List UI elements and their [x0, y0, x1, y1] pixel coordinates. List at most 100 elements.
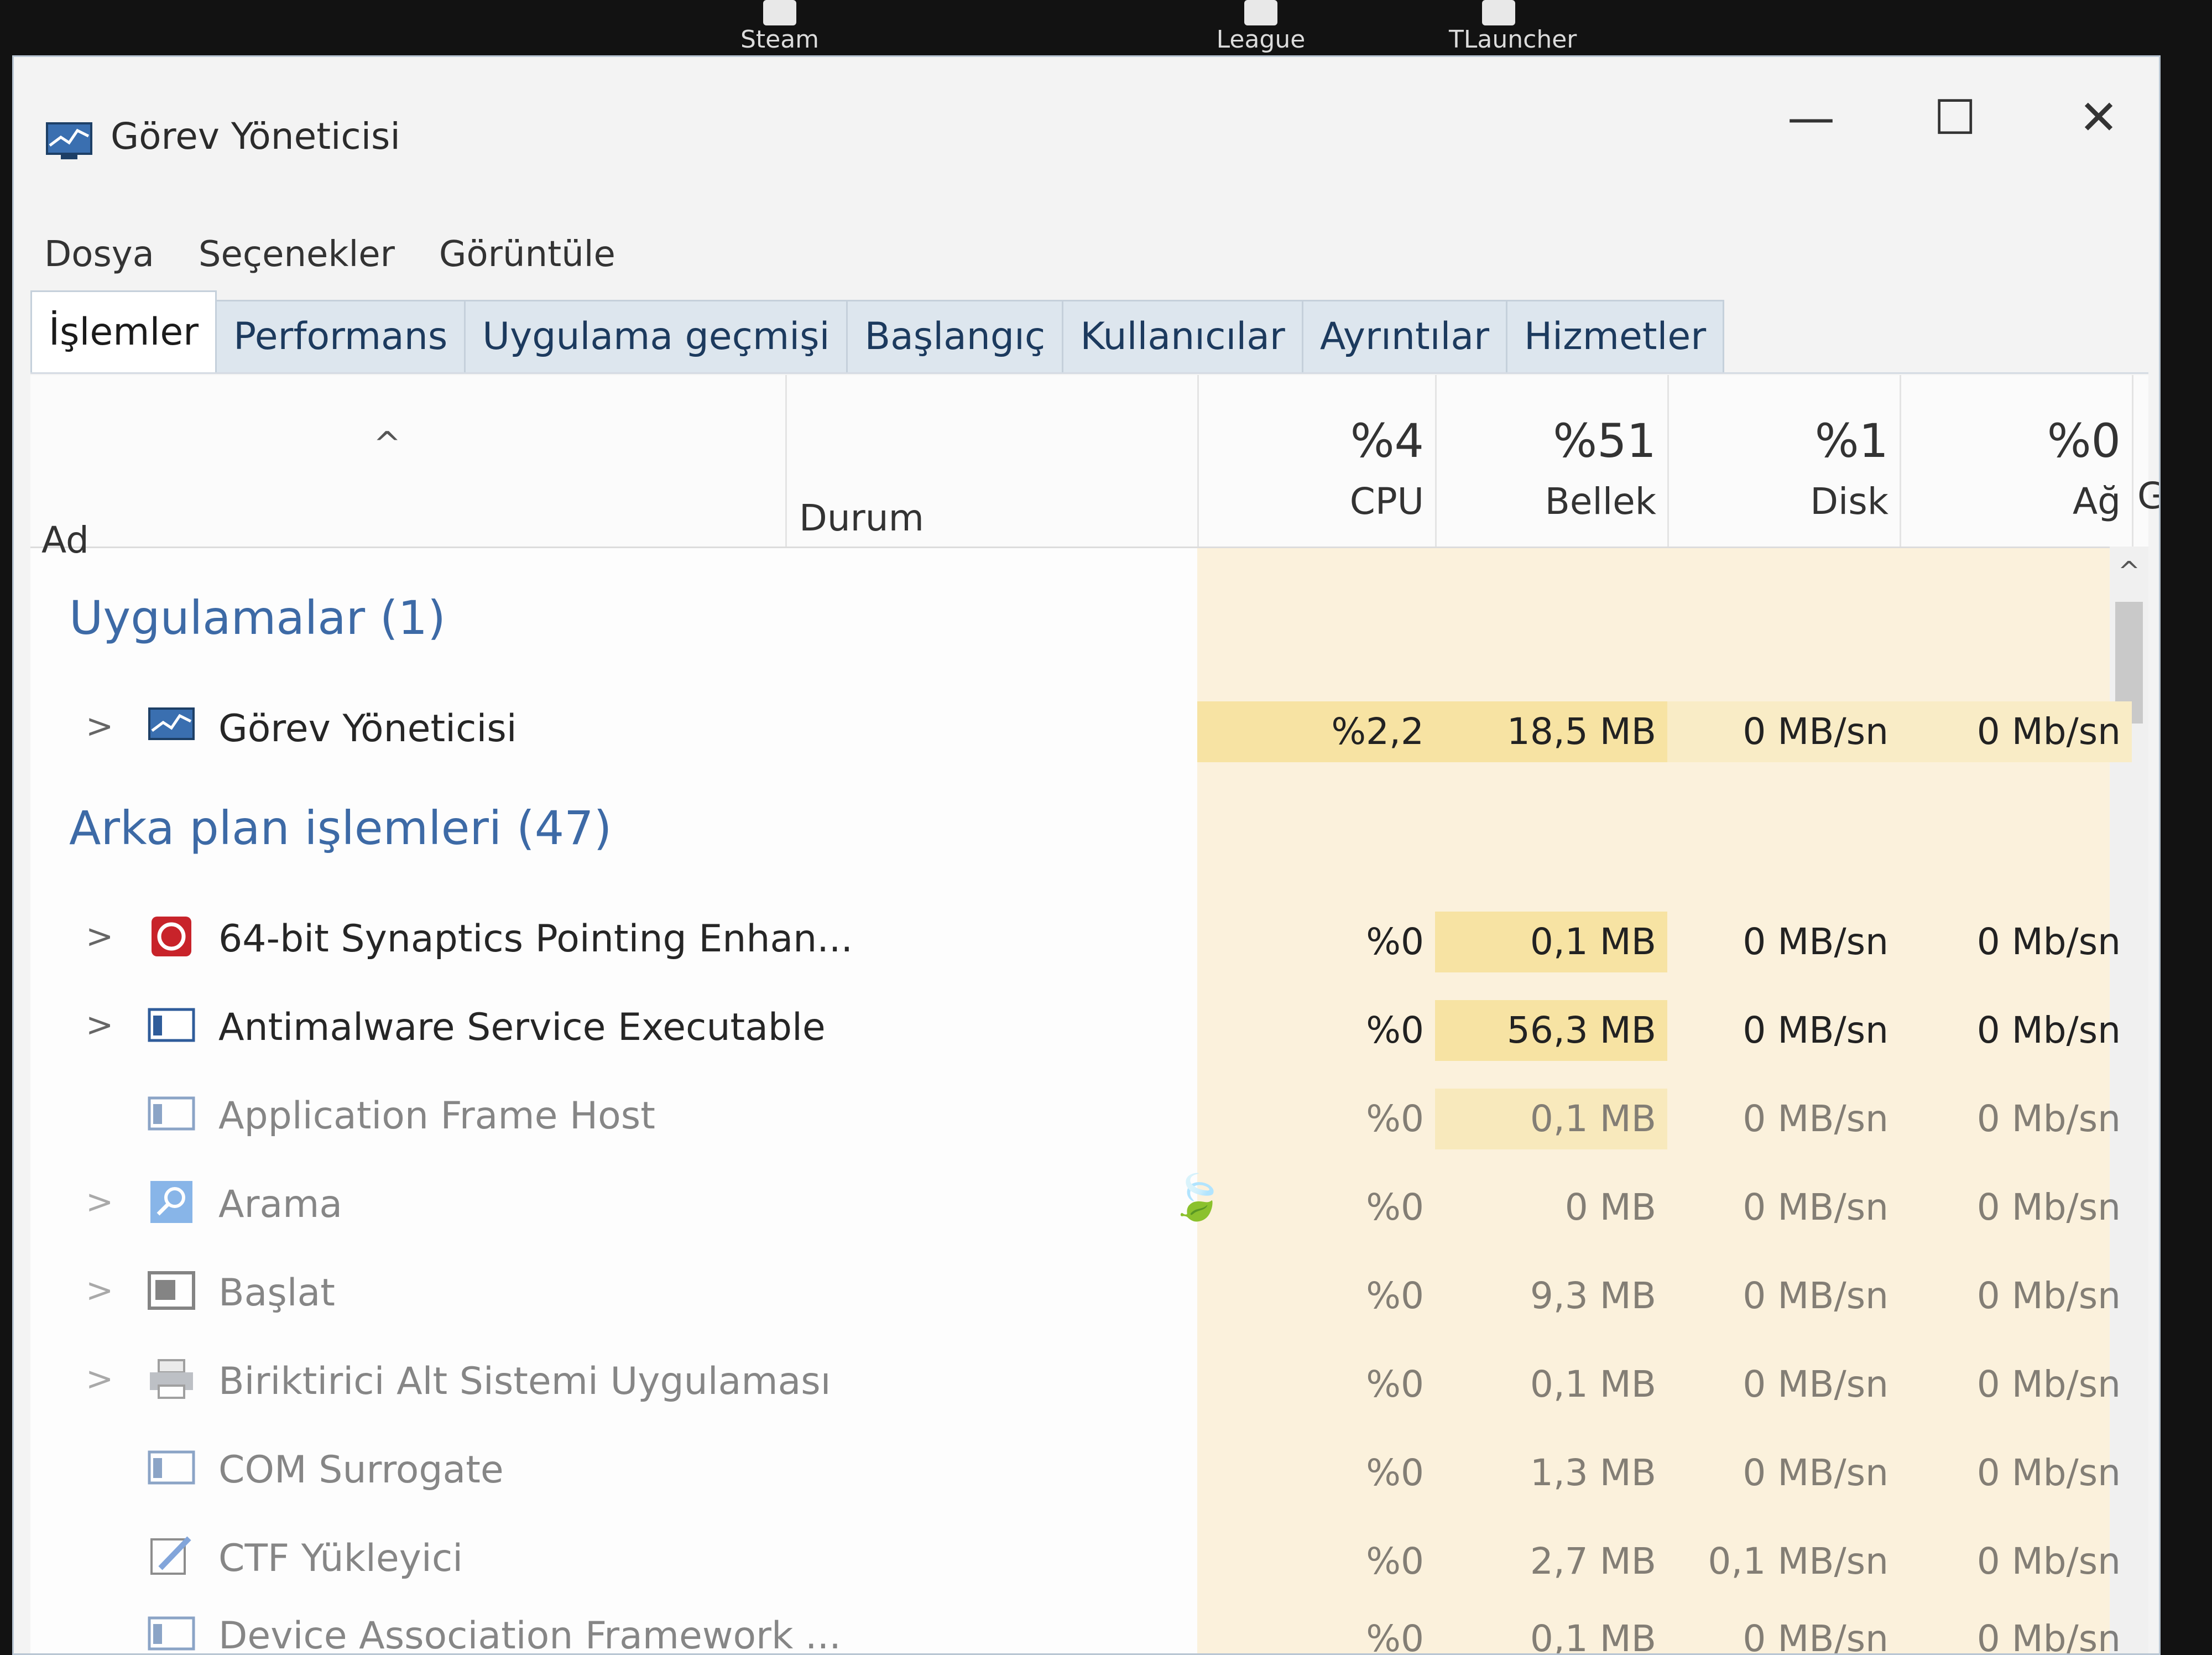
sort-ascending-icon: ^	[373, 425, 401, 464]
minimize-button[interactable]: —	[1772, 79, 1850, 157]
disk-value: 0 MB/sn	[1743, 1451, 1888, 1494]
search-icon	[147, 1180, 196, 1224]
table-row[interactable]: COM Surrogate %0 1,3 MB 0 MB/sn 0 Mb/sn	[30, 1426, 2121, 1515]
expand-chevron-icon[interactable]: >	[86, 1360, 113, 1398]
minimize-icon: —	[1787, 90, 1835, 145]
disk-value: 0,1 MB/sn	[1708, 1540, 1888, 1583]
table-row[interactable]: Application Frame Host %0 0,1 MB 0 MB/sn…	[30, 1072, 2121, 1160]
table-row[interactable]: Device Association Framework ... %0 0,1 …	[30, 1592, 2121, 1655]
network-value: 0 Mb/sn	[1976, 1097, 2121, 1140]
tab-strip: İşlemler Performans Uygulama geçmişi Baş…	[30, 289, 2148, 374]
efficiency-leaf-icon: 🍃	[1170, 1172, 1225, 1223]
scroll-up-icon[interactable]: ^	[2110, 547, 2148, 596]
table-row[interactable]: > 64-bit Synaptics Pointing Enhan... %0 …	[30, 895, 2121, 983]
memory-value: 0 MB	[1564, 1186, 1656, 1229]
tab-app-history[interactable]: Uygulama geçmişi	[464, 300, 848, 372]
disk-value: 0 MB/sn	[1743, 920, 1888, 963]
process-list: ^ Ad Durum %4 CPU %51 Bellek %1 Disk %0 …	[30, 375, 2159, 1655]
network-value: 0 Mb/sn	[1976, 1274, 2121, 1317]
column-header-disk[interactable]: %1 Disk	[1667, 375, 1901, 547]
column-status-label: Durum	[799, 497, 924, 539]
cpu-value: %0	[1366, 1363, 1424, 1406]
title-bar[interactable]: Görev Yöneticisi — ☐ ✕	[14, 57, 2159, 184]
table-row[interactable]: > Antimalware Service Executable %0 56,3…	[30, 983, 2121, 1072]
column-header-status[interactable]: Durum	[785, 375, 1199, 547]
network-value: 0 Mb/sn	[1900, 701, 2132, 762]
column-header-row: ^ Ad Durum %4 CPU %51 Bellek %1 Disk %0 …	[30, 375, 2159, 561]
cpu-value: %0	[1366, 1274, 1424, 1317]
network-value: 0 Mb/sn	[1976, 1186, 2121, 1229]
disk-value: 0 MB/sn	[1743, 1009, 1888, 1052]
tab-details[interactable]: Ayrıntılar	[1301, 300, 1508, 372]
service-window-icon	[147, 1003, 196, 1047]
printer-icon	[147, 1357, 196, 1401]
column-header-gpu[interactable]: G	[2137, 475, 2159, 517]
cpu-label: CPU	[1349, 480, 1424, 523]
memory-value: 2,7 MB	[1530, 1540, 1656, 1583]
maximize-icon: ☐	[1933, 90, 1976, 145]
tab-users[interactable]: Kullanıcılar	[1062, 300, 1303, 372]
disk-value: 0 MB/sn	[1743, 1363, 1888, 1406]
table-row[interactable]: > Başlat %0 9,3 MB 0 MB/sn 0 Mb/sn	[30, 1249, 2121, 1337]
table-row[interactable]: > Biriktirici Alt Sistemi Uygulaması %0 …	[30, 1337, 2121, 1426]
column-name-label: Ad	[41, 519, 89, 561]
disk-value: 0 MB/sn	[1743, 1274, 1888, 1317]
cpu-value: %0	[1366, 1451, 1424, 1494]
process-name: Başlat	[218, 1271, 335, 1315]
cpu-value: %0	[1366, 1186, 1424, 1229]
task-manager-icon	[46, 122, 92, 159]
network-value: 0 Mb/sn	[1976, 1540, 2121, 1583]
column-header-cpu[interactable]: %4 CPU	[1197, 375, 1437, 547]
memory-value: 0,1 MB	[1530, 1363, 1656, 1406]
task-manager-icon	[147, 704, 196, 748]
cpu-value: %0	[1366, 1097, 1424, 1140]
network-total: %0	[2047, 414, 2121, 468]
synaptics-icon	[147, 914, 196, 959]
tlauncher-icon	[1482, 0, 1515, 25]
memory-value: 9,3 MB	[1530, 1274, 1656, 1317]
disk-value: 0 MB/sn	[1743, 1097, 1888, 1140]
expand-chevron-icon[interactable]: >	[86, 1006, 113, 1044]
close-icon: ✕	[2078, 90, 2119, 145]
tab-processes[interactable]: İşlemler	[30, 290, 217, 372]
task-manager-window: Görev Yöneticisi — ☐ ✕ Dosya Seçenekler …	[12, 55, 2161, 1655]
column-header-network[interactable]: %0 Ağ	[1900, 375, 2133, 547]
expand-chevron-icon[interactable]: >	[86, 1271, 113, 1310]
expand-chevron-icon[interactable]: >	[86, 707, 113, 746]
cpu-value: %0	[1366, 920, 1424, 963]
close-button[interactable]: ✕	[2060, 79, 2137, 157]
column-header-memory[interactable]: %51 Bellek	[1435, 375, 1669, 547]
network-label: Ağ	[2072, 480, 2121, 523]
desktop-icon-tlauncher[interactable]: TLauncher	[1449, 0, 1577, 54]
process-name: CTF Yükleyici	[218, 1537, 463, 1580]
table-row[interactable]: > Arama %0 0 MB 0 MB/sn 0 Mb/sn	[30, 1160, 2121, 1249]
memory-value: 0,1 MB	[1435, 1089, 1667, 1149]
process-name: Biriktirici Alt Sistemi Uygulaması	[218, 1360, 831, 1403]
cpu-value: %0	[1366, 1540, 1424, 1583]
expand-chevron-icon[interactable]: >	[86, 917, 113, 956]
desktop-icon-label: TLauncher	[1449, 25, 1577, 54]
start-icon	[147, 1268, 196, 1313]
disk-value: 0 MB/sn	[1743, 1617, 1888, 1655]
table-row[interactable]: > Görev Yöneticisi %2,2 18,5 MB 0 MB/sn …	[30, 685, 2132, 773]
expand-chevron-icon[interactable]: >	[86, 1183, 113, 1221]
tab-services[interactable]: Hizmetler	[1506, 300, 1725, 372]
network-value: 0 Mb/sn	[1976, 1363, 2121, 1406]
tab-startup[interactable]: Başlangıç	[846, 300, 1064, 372]
process-name: 64-bit Synaptics Pointing Enhan...	[218, 917, 853, 961]
group-header-apps: Uygulamalar (1)	[69, 591, 446, 645]
tab-performance[interactable]: Performans	[215, 300, 466, 372]
service-window-icon	[147, 1611, 196, 1653]
process-name: Arama	[218, 1183, 343, 1226]
memory-value: 56,3 MB	[1435, 1000, 1667, 1061]
desktop-icon-label: Steam	[740, 25, 820, 54]
disk-value: 0 MB/sn	[1743, 1186, 1888, 1229]
maximize-button[interactable]: ☐	[1916, 79, 1994, 157]
process-name: Görev Yöneticisi	[218, 707, 517, 751]
table-row[interactable]: CTF Yükleyici %0 2,7 MB 0,1 MB/sn 0 Mb/s…	[30, 1515, 2121, 1603]
column-header-name[interactable]: ^ Ad	[30, 375, 787, 561]
pen-icon	[147, 1534, 196, 1578]
service-window-icon	[147, 1445, 196, 1490]
desktop-icon-steam[interactable]: Steam	[730, 0, 830, 54]
window-title: Görev Yöneticisi	[111, 115, 400, 158]
